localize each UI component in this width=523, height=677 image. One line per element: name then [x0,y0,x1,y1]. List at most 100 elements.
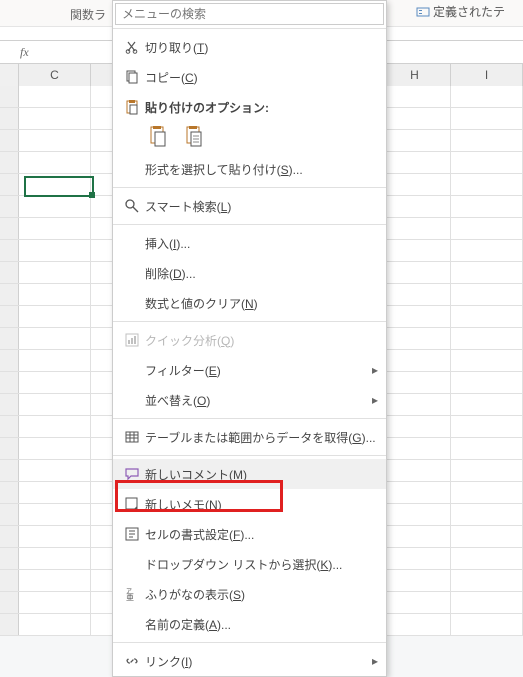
cell[interactable] [379,548,451,569]
cell[interactable] [19,482,91,503]
cell[interactable] [19,592,91,613]
cell[interactable] [379,614,451,635]
cell[interactable] [379,438,451,459]
menu-link[interactable]: リンク(I) ▸ [113,646,386,676]
cell[interactable] [451,306,523,327]
menu-smart-lookup[interactable]: スマート検索(L) [113,191,386,221]
cell[interactable] [451,108,523,129]
row-header[interactable] [0,460,19,481]
cell[interactable] [379,86,451,107]
paste-values-button[interactable] [183,124,205,150]
cell[interactable] [379,350,451,371]
row-header[interactable] [0,130,19,151]
row-header[interactable] [0,372,19,393]
menu-cut[interactable]: 切り取り(T) [113,32,386,62]
column-header[interactable]: C [19,64,91,86]
cell[interactable] [451,504,523,525]
cell[interactable] [379,284,451,305]
cell[interactable] [19,394,91,415]
cell[interactable] [19,548,91,569]
cell[interactable] [451,218,523,239]
cell[interactable] [451,526,523,547]
row-header[interactable] [0,218,19,239]
cell[interactable] [19,614,91,635]
column-header[interactable]: I [451,64,523,86]
cell[interactable] [19,306,91,327]
row-header[interactable] [0,592,19,613]
cell[interactable] [379,174,451,195]
row-header[interactable] [0,108,19,129]
cell[interactable] [451,460,523,481]
cell[interactable] [379,130,451,151]
menu-pick-from-dropdown[interactable]: ドロップダウン リストから選択(K)... [113,549,386,579]
cell[interactable] [19,570,91,591]
cell[interactable] [451,592,523,613]
cell[interactable] [379,482,451,503]
cell[interactable] [19,108,91,129]
cell[interactable] [451,130,523,151]
column-header[interactable]: H [379,64,451,86]
row-header[interactable] [0,174,19,195]
cell[interactable] [451,438,523,459]
cell[interactable] [451,328,523,349]
cell[interactable] [379,262,451,283]
cell[interactable] [451,196,523,217]
row-header[interactable] [0,196,19,217]
cell[interactable] [451,372,523,393]
cell[interactable] [19,86,91,107]
row-header[interactable] [0,438,19,459]
cell[interactable] [19,328,91,349]
cell[interactable] [451,284,523,305]
row-header[interactable] [0,394,19,415]
cell[interactable] [379,196,451,217]
cell[interactable] [19,438,91,459]
cell[interactable] [451,614,523,635]
menu-sort[interactable]: 並べ替え(O) ▸ [113,385,386,415]
cell[interactable] [19,526,91,547]
ribbon-defined-names[interactable]: 定義されたテ [416,3,505,20]
cell[interactable] [379,240,451,261]
cell[interactable] [19,152,91,173]
cell[interactable] [451,570,523,591]
row-header[interactable] [0,482,19,503]
menu-clear-contents[interactable]: 数式と値のクリア(N) [113,288,386,318]
menu-get-data-from-range[interactable]: テーブルまたは範囲からデータを取得(G)... [113,422,386,452]
cell[interactable] [379,152,451,173]
row-header[interactable] [0,86,19,107]
cell[interactable] [19,460,91,481]
cell[interactable] [451,262,523,283]
fx-label[interactable]: fx [20,45,29,60]
menu-format-cells[interactable]: セルの書式設定(F)... [113,519,386,549]
row-header[interactable] [0,416,19,437]
row-header[interactable] [0,284,19,305]
cell[interactable] [451,152,523,173]
menu-show-furigana[interactable]: ア亜 ふりがなの表示(S) [113,579,386,609]
cell[interactable] [19,372,91,393]
cell[interactable] [379,460,451,481]
row-header[interactable] [0,306,19,327]
row-header[interactable] [0,526,19,547]
cell[interactable] [19,350,91,371]
cell[interactable] [451,240,523,261]
cell[interactable] [379,504,451,525]
menu-copy[interactable]: コピー(C) [113,62,386,92]
cell[interactable] [19,284,91,305]
menu-paste-special[interactable]: 形式を選択して貼り付け(S)... [113,154,386,184]
cell[interactable] [19,262,91,283]
menu-new-note[interactable]: 新しいメモ(N) [113,489,386,519]
menu-insert[interactable]: 挿入(I)... [113,228,386,258]
row-header[interactable] [0,504,19,525]
cell[interactable] [451,548,523,569]
cell[interactable] [379,218,451,239]
cell[interactable] [379,394,451,415]
cell[interactable] [19,240,91,261]
cell[interactable] [379,306,451,327]
cell[interactable] [379,372,451,393]
cell[interactable] [19,416,91,437]
cell[interactable] [451,174,523,195]
row-header[interactable] [0,262,19,283]
row-header[interactable] [0,350,19,371]
menu-filter[interactable]: フィルター(E) ▸ [113,355,386,385]
select-all-corner[interactable] [0,64,19,86]
row-header[interactable] [0,548,19,569]
